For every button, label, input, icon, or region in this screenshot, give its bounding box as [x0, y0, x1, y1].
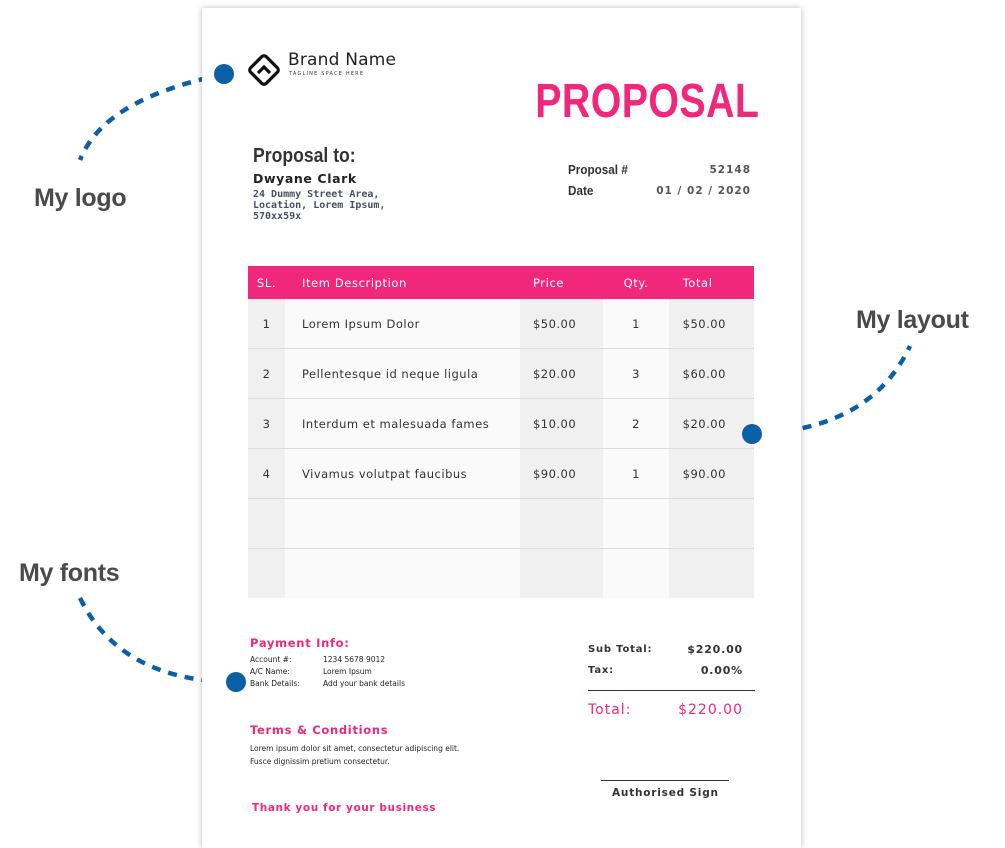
cell-total: [668, 548, 754, 598]
cell-qty: 1: [603, 299, 669, 349]
bank-details-label: Bank Details:: [250, 679, 300, 688]
table-row: 3 Interdum et malesuada fames $10.00 2 $…: [248, 398, 754, 449]
cell-price: $90.00: [519, 448, 604, 499]
brand-tagline: TAGLINE SPACE HERE: [289, 71, 365, 77]
cell-description: [285, 498, 520, 549]
callout-my-fonts: My fonts: [19, 559, 120, 587]
authorised-sign-label: Authorised Sign: [612, 787, 719, 799]
thank-you-note: Thank you for your business: [252, 802, 437, 814]
table-row: 1 Lorem Ipsum Dolor $50.00 1 $50.00: [248, 299, 754, 349]
header-total: Total: [668, 266, 754, 299]
terms-line-1: Lorem ipsum dolor sit amet, consectetur …: [250, 744, 460, 753]
subtotal-label: Sub Total:: [588, 644, 653, 655]
cell-description: Pellentesque id neque ligula: [285, 348, 520, 399]
header-description: Item Description: [285, 266, 520, 299]
terms-line-2: Fusce dignissim pretium consectetur.: [250, 757, 390, 766]
cell-price: $10.00: [519, 398, 604, 449]
cell-sl: 4: [248, 448, 286, 499]
table-header-row: SL. Item Description Price Qty. Total: [248, 266, 754, 299]
header-sl: SL.: [248, 266, 286, 299]
table-row: 4 Vivamus volutpat faucibus $90.00 1 $90…: [248, 448, 754, 499]
recipient-address: 24 Dummy Street Area, Location, Lorem Ip…: [253, 189, 386, 222]
table-row: 2 Pellentesque id neque ligula $20.00 3 …: [248, 348, 754, 399]
terms-heading: Terms & Conditions: [250, 723, 389, 737]
summary-divider: [588, 690, 755, 691]
table-row: [248, 498, 754, 549]
cell-description: Lorem Ipsum Dolor: [285, 299, 520, 349]
terms-text: Lorem ipsum dolor sit amet, consectetur …: [250, 742, 459, 768]
date-value: 01 / 02 / 2020: [656, 185, 751, 197]
cell-sl: 1: [248, 299, 286, 349]
cell-sl: 2: [248, 348, 286, 399]
bank-details-value: Add your bank details: [323, 679, 405, 688]
date-label: Date: [568, 183, 594, 198]
cell-qty: [603, 498, 669, 549]
callout-my-layout: My layout: [856, 306, 969, 334]
header-qty: Qty.: [603, 266, 669, 299]
cell-total: $50.00: [668, 299, 754, 349]
callout-my-logo: My logo: [34, 184, 127, 212]
cell-price: $20.00: [519, 348, 604, 399]
payment-info-heading: Payment Info:: [250, 636, 350, 650]
proposal-number-label: Proposal #: [568, 162, 628, 177]
recipient-heading: Proposal to:: [253, 145, 356, 167]
document-title: PROPOSAL: [534, 75, 759, 128]
cell-sl: [248, 548, 286, 598]
cell-total: $90.00: [668, 448, 754, 499]
items-table: SL. Item Description Price Qty. Total 1 …: [248, 266, 754, 598]
recipient-name: Dwyane Clark: [253, 171, 357, 186]
diamond-chevron-logo-icon: [248, 54, 280, 86]
cell-total: $60.00: [668, 348, 754, 399]
cell-price: [519, 548, 604, 598]
cell-qty: 2: [603, 398, 669, 449]
account-name-label: A/C Name:: [250, 667, 290, 676]
cell-sl: [248, 498, 286, 549]
proposal-number-value: 52148: [709, 164, 751, 176]
cell-description: Interdum et malesuada fames: [285, 398, 520, 449]
brand-name: Brand Name: [288, 50, 397, 70]
cell-price: [519, 498, 604, 549]
tax-value: 0.00%: [700, 664, 743, 677]
cell-sl: 3: [248, 398, 286, 449]
table-row: [248, 548, 754, 598]
cell-total: $20.00: [668, 398, 754, 449]
subtotal-value: $220.00: [687, 643, 743, 656]
cell-qty: [603, 548, 669, 598]
proposal-document: Brand Name TAGLINE SPACE HERE PROPOSAL P…: [202, 8, 801, 848]
account-number-label: Account #:: [250, 655, 292, 664]
cell-qty: 3: [603, 348, 669, 399]
cell-description: Vivamus volutpat faucibus: [285, 448, 520, 499]
total-label: Total:: [588, 702, 632, 718]
header-price: Price: [519, 266, 604, 299]
tax-label: Tax:: [588, 665, 614, 676]
cell-price: $50.00: [519, 299, 604, 349]
account-name-value: Lorem Ipsum: [323, 667, 372, 676]
cell-total: [668, 498, 754, 549]
cell-description: [285, 548, 520, 598]
account-number-value: 1234 5678 9012: [323, 655, 386, 664]
signature-line: [601, 780, 729, 781]
cell-qty: 1: [603, 448, 669, 499]
total-value: $220.00: [678, 702, 743, 718]
